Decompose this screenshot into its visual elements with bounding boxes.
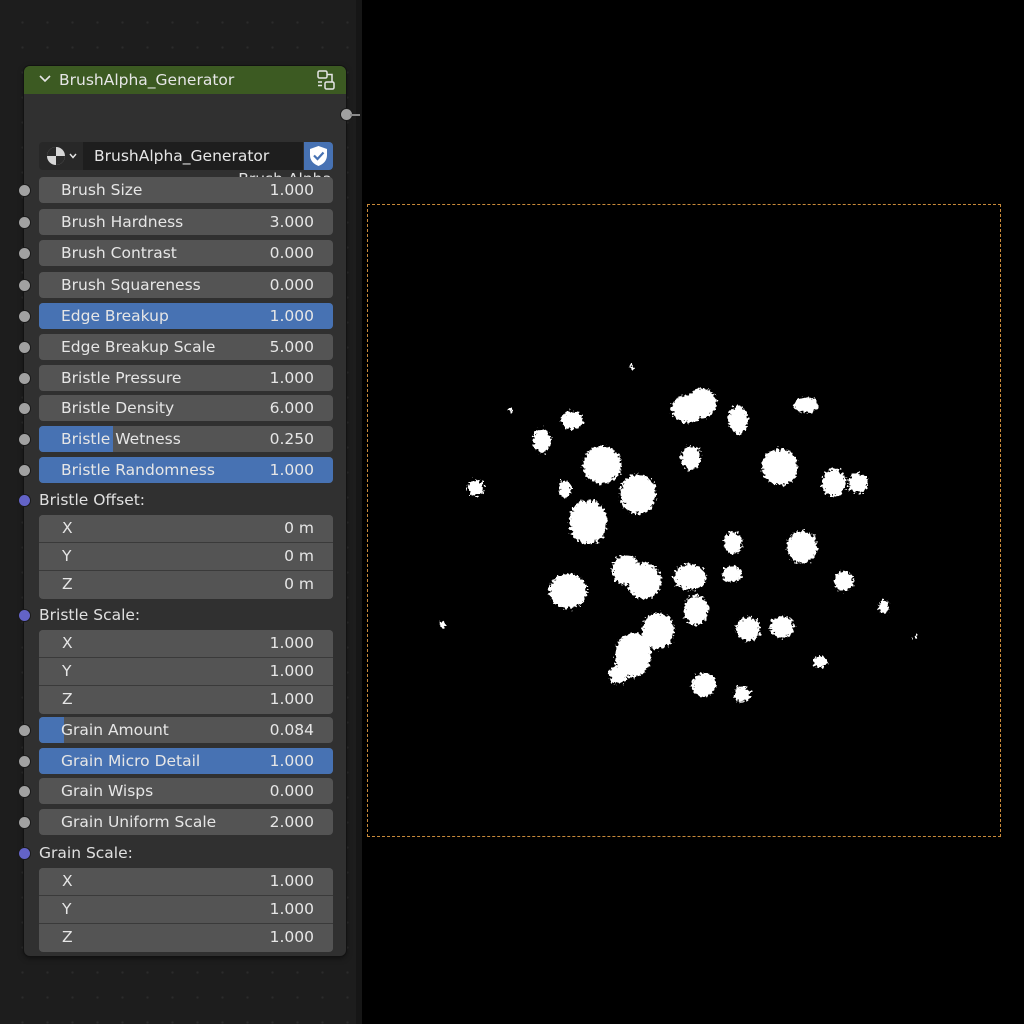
socket-grain-wisps[interactable] xyxy=(19,786,30,797)
grain-amount-field[interactable]: Grain Amount 0.084 xyxy=(39,717,333,743)
socket-brush-contrast[interactable] xyxy=(19,248,30,259)
socket-brush-size[interactable] xyxy=(19,185,30,196)
bristle-scale-x-field[interactable]: X 1.000 xyxy=(39,630,333,657)
socket-brush-hardness[interactable] xyxy=(19,217,30,228)
bristle-offset-y-field[interactable]: Y0 m xyxy=(39,543,333,570)
socket-bristle-density[interactable] xyxy=(19,403,30,414)
bristle-wetness-field[interactable]: Bristle Wetness 0.250 xyxy=(39,426,333,452)
bristle-scale-y-field[interactable]: Y 1.000 xyxy=(39,658,333,685)
grain-scale-label: Grain Scale: xyxy=(39,844,133,862)
bristle-scale-vector[interactable]: X 1.000 Y 1.000 Z 1.000 xyxy=(39,630,333,714)
node-title: BrushAlpha_Generator xyxy=(59,71,235,89)
brush-alpha-preview[interactable] xyxy=(367,204,1001,837)
socket-edge-breakup[interactable] xyxy=(19,311,30,322)
brush-size-field[interactable]: Brush Size 1.000 xyxy=(39,177,333,203)
socket-grain-uniform-scale[interactable] xyxy=(19,817,30,828)
grain-scale-y-field[interactable]: Y 1.000 xyxy=(39,896,333,923)
browse-node-group-button[interactable] xyxy=(39,142,83,170)
socket-edge-breakup-scale[interactable] xyxy=(19,342,30,353)
brush-squareness-field[interactable]: Brush Squareness 0.000 xyxy=(39,272,333,298)
bristle-offset-z-field[interactable]: Z0 m xyxy=(39,571,333,598)
grain-scale-z-field[interactable]: Z 1.000 xyxy=(39,924,333,951)
brush-contrast-field[interactable]: Brush Contrast 0.000 xyxy=(39,240,333,266)
node-header[interactable]: BrushAlpha_Generator xyxy=(24,66,346,94)
socket-bristle-randomness[interactable] xyxy=(19,465,30,476)
brush-hardness-field[interactable]: Brush Hardness 3.000 xyxy=(39,209,333,235)
node-tree-icon[interactable] xyxy=(315,69,337,91)
node-group-selector[interactable]: BrushAlpha_Generator xyxy=(39,142,333,170)
grain-scale-x-field[interactable]: X 1.000 xyxy=(39,868,333,895)
edge-breakup-scale-field[interactable]: Edge Breakup Scale 5.000 xyxy=(39,334,333,360)
socket-bristle-wetness[interactable] xyxy=(19,434,30,445)
area-divider[interactable] xyxy=(356,0,362,1024)
bristle-scale-z-field[interactable]: Z 1.000 xyxy=(39,686,333,713)
bristle-scale-label: Bristle Scale: xyxy=(39,606,141,624)
bristle-pressure-field[interactable]: Bristle Pressure 1.000 xyxy=(39,365,333,391)
fake-user-button[interactable] xyxy=(304,142,333,170)
grain-uniform-scale-field[interactable]: Grain Uniform Scale 2.000 xyxy=(39,809,333,835)
bristle-offset-label: Bristle Offset: xyxy=(39,491,146,509)
socket-bristle-offset[interactable] xyxy=(19,495,30,506)
bristle-density-field[interactable]: Bristle Density 6.000 xyxy=(39,395,333,421)
value-fill xyxy=(39,717,64,743)
socket-grain-amount[interactable] xyxy=(19,725,30,736)
bristle-offset-x-field[interactable]: X0 m xyxy=(39,515,333,542)
socket-bristle-pressure[interactable] xyxy=(19,373,30,384)
socket-grain-scale[interactable] xyxy=(19,848,30,859)
grain-micro-detail-field[interactable]: Grain Micro Detail 1.000 xyxy=(39,748,333,774)
node-group-name-field[interactable]: BrushAlpha_Generator xyxy=(83,142,303,170)
socket-grain-micro-detail[interactable] xyxy=(19,756,30,767)
edge-breakup-field[interactable]: Edge Breakup 1.000 xyxy=(39,303,333,329)
grain-wisps-field[interactable]: Grain Wisps 0.000 xyxy=(39,778,333,804)
socket-bristle-scale[interactable] xyxy=(19,610,30,621)
bristle-randomness-field[interactable]: Bristle Randomness 1.000 xyxy=(39,457,333,483)
bristle-offset-vector[interactable]: X0 m Y0 m Z0 m xyxy=(39,515,333,599)
grain-scale-vector[interactable]: X 1.000 Y 1.000 Z 1.000 xyxy=(39,868,333,952)
brush-alpha-image xyxy=(440,364,918,702)
chevron-down-icon[interactable] xyxy=(38,71,52,87)
socket-brush-squareness[interactable] xyxy=(19,280,30,291)
output-link xyxy=(350,114,360,116)
